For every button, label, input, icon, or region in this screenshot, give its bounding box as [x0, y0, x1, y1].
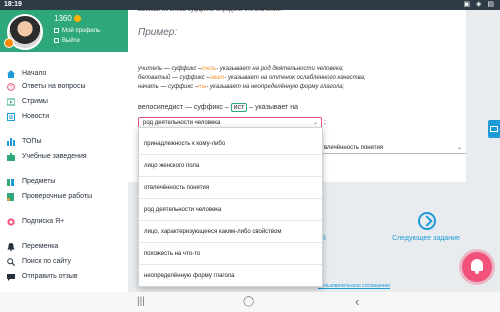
break-icon — [7, 243, 15, 251]
sidebar-item-search[interactable]: Поиск по сайту — [0, 255, 128, 269]
sidebar-item-home[interactable]: Начало — [0, 67, 128, 81]
meaning-select-1-value: род деятельности человека — [143, 120, 221, 126]
dropdown-option[interactable]: лицо женского пола — [139, 155, 322, 177]
example-text: учитель — суффикс – — [138, 66, 202, 72]
logout-link[interactable]: Выйти — [54, 38, 80, 44]
task-word-text: – указывает на — [249, 104, 298, 111]
subscription-icon — [7, 218, 15, 226]
sidebar-item-label: Начало — [22, 70, 47, 77]
example-text: - указывает на неопределённую форму глаг… — [206, 84, 345, 90]
example-suffix: тель — [201, 66, 217, 72]
home-button[interactable]: ◯ — [243, 296, 254, 307]
dropdown-option[interactable]: лицо, характеризующееся каким-либо свойс… — [139, 221, 322, 243]
sidebar-item-label: Подписка Я+ — [22, 218, 65, 225]
sidebar-item-tops[interactable]: ТОПы — [0, 135, 128, 149]
status-time: 18:19 — [4, 1, 22, 8]
home-icon — [7, 70, 15, 78]
task-word-line: велосипедист — суффикс – ист – указывает… — [138, 103, 298, 112]
status-icons: ▣ ◈ ▤ — [463, 1, 496, 8]
points-star-icon — [73, 15, 81, 23]
sidebar: 1360 Мой профиль Выйти Начало ? Ответы н… — [0, 10, 128, 292]
meaning-select-2[interactable]: отвлечённость понятия ⌄ — [314, 142, 466, 154]
my-profile-link[interactable]: Мой профиль — [54, 28, 100, 34]
sidebar-item-schools[interactable]: Учебные заведения — [0, 150, 128, 164]
side-message-tab[interactable] — [488, 120, 500, 138]
sidebar-item-subjects[interactable]: Предметы — [0, 175, 128, 189]
my-profile-label: Мой профиль — [62, 28, 101, 35]
example-suffix: оват — [209, 75, 225, 81]
books-icon — [7, 179, 14, 186]
sidebar-item-label: Учебные заведения — [22, 153, 87, 160]
android-nav-bar: ||| ◯ ‹ — [0, 292, 500, 312]
sidebar-item-break[interactable]: Переменка — [0, 240, 128, 254]
profile-icon — [54, 28, 59, 33]
sidebar-item-label: Переменка — [22, 243, 59, 250]
dropdown-option[interactable]: род деятельности человека — [139, 199, 322, 221]
envelope-icon — [490, 126, 498, 132]
sidebar-item-answers[interactable]: ? Ответы на вопросы — [0, 80, 128, 94]
example-text: беловатый — суффикс – — [138, 75, 210, 81]
sidebar-item-streams[interactable]: Стримы — [0, 95, 128, 109]
trophy-icon — [7, 138, 15, 146]
sidebar-item-label: Стримы — [22, 98, 48, 105]
bell-icon — [471, 259, 483, 274]
example-text: - указывает на род деятельности человека… — [216, 66, 344, 72]
sidebar-item-label: Предметы — [22, 178, 56, 185]
points-value: 1360 — [54, 14, 72, 23]
example-title: Пример: — [138, 27, 178, 38]
sidebar-item-label: Поиск по сайту — [22, 258, 72, 265]
points-counter: 1360 — [54, 14, 81, 23]
task-instruction: выпиши из слова суффикс, определи его зн… — [138, 7, 282, 13]
meaning-dropdown-list: принадлежность к кому-либо лицо женского… — [138, 127, 323, 287]
dropdown-option[interactable]: похожесть на что-то — [139, 243, 322, 265]
sidebar-item-label: Проверочные работы — [22, 193, 93, 200]
task-word-text: велосипедист — суффикс – — [138, 104, 229, 111]
svg-text:?: ? — [10, 85, 13, 91]
profile-header: 1360 Мой профиль Выйти — [0, 10, 128, 52]
user-agreement-link[interactable]: Пользовательское соглашение — [318, 283, 390, 289]
next-task-label[interactable]: Следующее задание — [392, 235, 460, 242]
next-task-button[interactable] — [418, 212, 436, 230]
example-line: беловатый — суффикс –оват- указывает на … — [138, 75, 366, 81]
sidebar-item-label: Новости — [22, 113, 50, 120]
sidebar-item-label: ТОПы — [22, 138, 42, 145]
news-icon — [7, 113, 15, 121]
stream-icon — [7, 98, 15, 106]
example-text: начать — суффикс – — [138, 84, 199, 90]
back-button[interactable]: ‹ — [355, 294, 359, 309]
chevron-down-icon: ⌄ — [456, 145, 462, 151]
dropdown-option[interactable]: отвлечённость понятия — [139, 177, 322, 199]
recents-button[interactable]: ||| — [137, 296, 145, 307]
school-icon — [7, 153, 15, 161]
sidebar-item-feedback[interactable]: Отправить отзыв — [0, 270, 128, 284]
avatar-badge-icon — [4, 38, 14, 48]
dropdown-option[interactable]: неопределённую форму глагола — [139, 265, 322, 287]
suffix-answer-box[interactable]: ист — [230, 103, 248, 112]
notifications-button[interactable] — [462, 252, 492, 282]
feedback-icon — [7, 274, 15, 281]
question-icon: ? — [7, 83, 15, 91]
sidebar-item-tests[interactable]: Проверочные работы — [0, 190, 128, 204]
dropdown-option[interactable]: принадлежность к кому-либо — [139, 133, 322, 155]
example-line: учитель — суффикс –тель- указывает на ро… — [138, 66, 344, 72]
logout-icon — [54, 38, 59, 43]
meaning-select-2-value: отвлечённость понятия — [318, 145, 384, 151]
sidebar-item-label: Ответы на вопросы — [22, 83, 86, 90]
sidebar-item-news[interactable]: Новости — [0, 110, 128, 124]
example-line: начать — суффикс –ть- указывает на неопр… — [138, 84, 344, 90]
sidebar-item-label: Отправить отзыв — [22, 273, 78, 280]
example-text: - указывает на оттенок ослабленного каче… — [224, 75, 366, 81]
semicolon: ; — [324, 119, 326, 126]
test-icon — [7, 193, 14, 201]
sidebar-item-subscription[interactable]: Подписка Я+ — [0, 215, 128, 229]
logout-label: Выйти — [62, 38, 80, 45]
search-icon — [7, 258, 15, 266]
